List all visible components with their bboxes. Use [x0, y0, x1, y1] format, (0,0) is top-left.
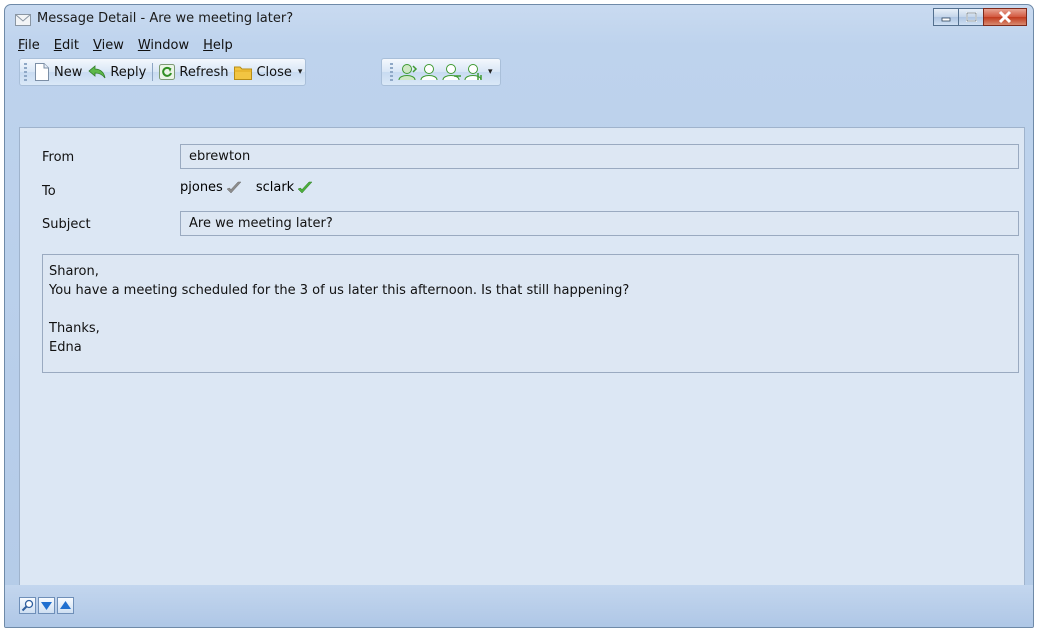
find-button[interactable] [19, 597, 36, 614]
menu-view-label: iew [101, 38, 124, 53]
menu-view-accel: V [92, 38, 102, 53]
menu-view[interactable]: View [86, 35, 131, 57]
from-label: From [42, 150, 75, 165]
window-controls [933, 8, 1027, 28]
user-icon[interactable] [463, 63, 485, 81]
arrow-up-icon [60, 601, 71, 609]
body-line: You have a meeting scheduled for the 3 o… [49, 283, 630, 298]
title-bar[interactable]: Message Detail - Are we meeting later? [5, 5, 1033, 35]
message-body[interactable]: Sharon, You have a meeting scheduled for… [42, 254, 1019, 373]
minimize-icon [941, 17, 951, 22]
menu-window[interactable]: Window [131, 35, 196, 57]
refresh-icon [159, 64, 176, 80]
new-document-icon [35, 63, 49, 81]
toolbar-separator [152, 63, 154, 81]
recipients-list: pjones sclark [180, 180, 327, 195]
reply-arrow-icon [88, 65, 106, 79]
menu-help-label: elp [212, 38, 233, 53]
magnifier-icon [21, 599, 34, 612]
close-button[interactable]: Close [231, 61, 294, 83]
menu-file-label: ile [24, 38, 40, 53]
arrow-down-icon [41, 602, 52, 610]
close-window-button[interactable] [983, 8, 1027, 26]
main-toolbar: New Reply Refresh Close ▾ [19, 58, 307, 86]
menu-edit-label: dit [62, 38, 79, 53]
close-label: Close [256, 64, 292, 80]
menu-help[interactable]: Help [196, 35, 240, 57]
menu-edit-accel: E [53, 38, 62, 53]
next-message-button[interactable] [38, 597, 55, 614]
subject-field[interactable]: Are we meeting later? [180, 211, 1019, 236]
refresh-button[interactable]: Refresh [156, 61, 231, 83]
menu-help-accel: H [203, 38, 213, 53]
refresh-label: Refresh [179, 64, 229, 80]
recipient-name: sclark [255, 180, 295, 195]
grey-check-icon [226, 181, 242, 193]
body-line [49, 300, 1018, 319]
reply-button[interactable]: Reply [85, 61, 149, 83]
user-icon[interactable] [441, 63, 463, 81]
to-label: To [42, 184, 56, 199]
window-title: Message Detail - Are we meeting later? [37, 11, 294, 26]
status-bar [5, 585, 1033, 627]
recipient-sclark[interactable]: sclark [256, 180, 313, 195]
new-label: New [54, 64, 83, 80]
recipient-pjones[interactable]: pjones [180, 180, 242, 195]
new-button[interactable]: New [31, 61, 85, 83]
body-line: Thanks, [49, 321, 100, 336]
user-toolbar-grip[interactable] [390, 63, 393, 81]
toolbar-grip[interactable] [24, 63, 27, 81]
green-check-icon [297, 181, 313, 193]
menu-edit[interactable]: Edit [47, 35, 86, 57]
folder-icon [234, 66, 253, 80]
menu-bar: File Edit View Window Help [11, 35, 1027, 57]
from-field[interactable]: ebrewton [180, 144, 1019, 169]
menu-window-accel: W [137, 38, 151, 53]
envelope-icon [15, 14, 31, 26]
recipient-name: pjones [180, 180, 223, 195]
toolbar-overflow-dropdown[interactable]: ▾ [295, 67, 306, 77]
message-panel: From ebrewton To pjones sclark Subject A… [19, 127, 1025, 587]
menu-window-label: indow [150, 38, 190, 53]
maximize-icon [966, 12, 977, 22]
previous-message-button[interactable] [57, 597, 74, 614]
user-toolbar-overflow-dropdown[interactable]: ▾ [485, 67, 496, 77]
body-line: Edna [49, 340, 82, 355]
menu-file[interactable]: File [11, 35, 47, 57]
user-toolbar: ▾ [381, 58, 501, 86]
subject-label: Subject [42, 217, 91, 232]
message-detail-window: Message Detail - Are we meeting later? F… [4, 4, 1034, 628]
user-icon[interactable] [419, 63, 441, 81]
minimize-button[interactable] [933, 8, 959, 26]
reply-label: Reply [110, 64, 147, 80]
close-icon [998, 10, 1012, 24]
user-icon[interactable] [397, 63, 419, 81]
body-line: Sharon, [49, 264, 99, 279]
maximize-button[interactable] [958, 8, 984, 26]
